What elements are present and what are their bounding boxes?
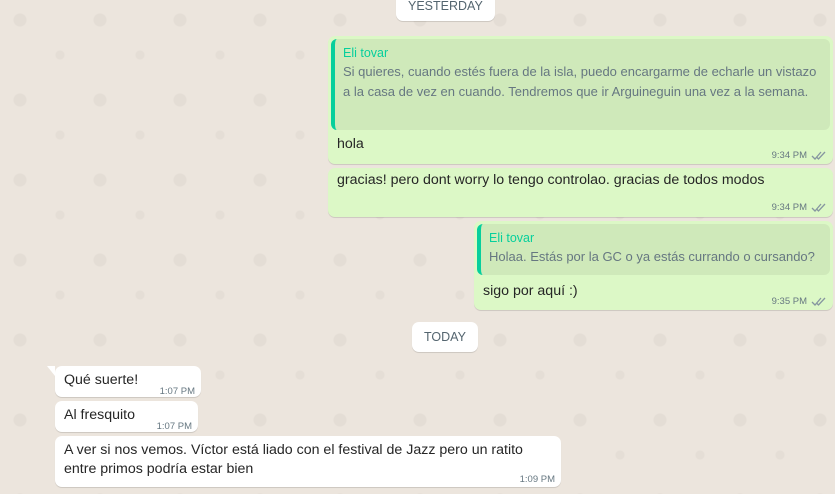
message-text: gracias! pero dont worry lo tengo contro… [337,172,765,188]
double-check-icon [811,202,827,213]
message-meta: 9:34 PM [772,146,827,165]
message-text: Al fresquito [64,407,135,423]
message-time: 1:07 PM [159,386,195,397]
message-time: 9:34 PM [771,150,807,161]
message-meta: 1:09 PM [520,470,555,489]
double-check-icon [811,296,827,307]
message-time: 9:35 PM [771,296,807,307]
quoted-message[interactable]: Eli tovar Holaa. Estás por la GC o ya es… [477,224,830,275]
message-text: Qué suerte! [64,372,139,388]
message-meta: 1:07 PM [160,382,195,401]
message-text: hola [337,136,364,152]
date-divider-yesterday: YESTERDAY [396,0,495,21]
message-time: 1:09 PM [519,474,555,485]
message-bubble-outgoing[interactable]: Eli tovar Si quieres, cuando estés fuera… [328,36,833,164]
message-bubble-incoming[interactable]: Qué suerte! 1:07 PM [47,366,201,397]
quoted-message[interactable]: Eli tovar Si quieres, cuando estés fuera… [331,39,830,130]
message-bubble-outgoing[interactable]: gracias! pero dont worry lo tengo contro… [328,168,833,217]
message-time: 1:07 PM [156,421,192,432]
message-bubble-incoming[interactable]: Al fresquito 1:07 PM [55,401,198,432]
date-divider-today: TODAY [412,322,478,352]
quoted-author: Eli tovar [343,46,389,60]
message-bubble-incoming[interactable]: A ver si nos vemos. Víctor está liado co… [55,436,561,487]
quoted-text: Holaa. Estás por la GC o ya estás curran… [489,249,815,264]
message-meta: 9:34 PM [772,198,827,217]
message-time: 9:34 PM [771,202,807,213]
message-text: sigo por aquí :) [483,283,578,299]
message-meta: 1:07 PM [157,417,192,436]
message-text: A ver si nos vemos. Víctor está liado co… [64,442,523,477]
message-meta: 9:35 PM [772,292,827,311]
double-check-icon [811,150,827,161]
quoted-text: Si quieres, cuando estés fuera de la isl… [343,64,817,99]
message-bubble-outgoing[interactable]: Eli tovar Holaa. Estás por la GC o ya es… [474,221,833,310]
quoted-author: Eli tovar [489,231,535,245]
